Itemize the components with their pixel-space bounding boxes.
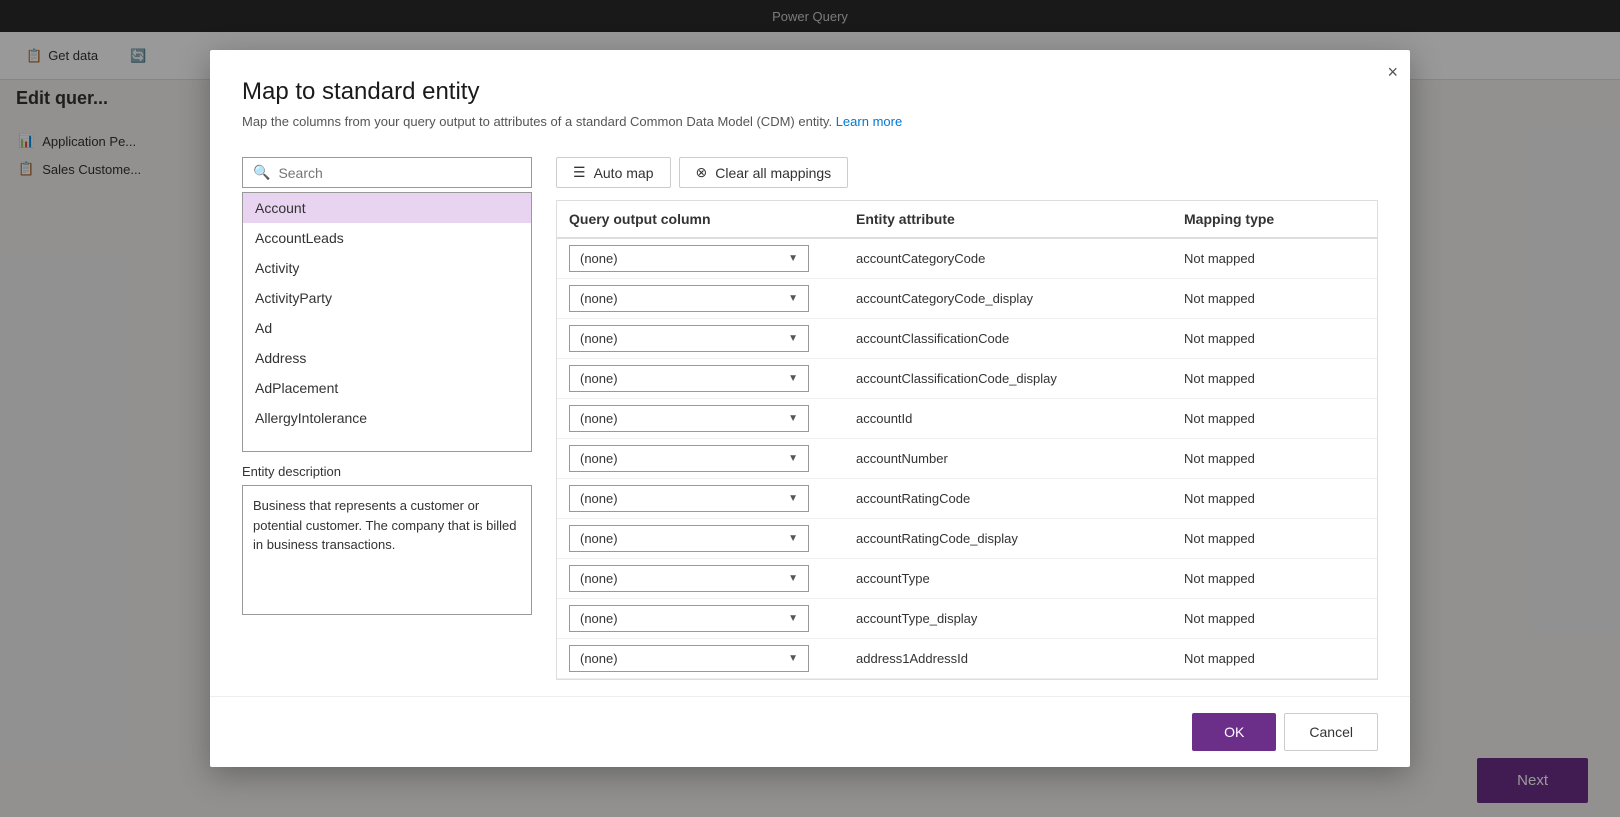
mapping-type-cell: Not mapped xyxy=(1172,639,1377,679)
modal-overlay: × Map to standard entity Map the columns… xyxy=(0,0,1620,817)
query-col-dropdown-0[interactable]: (none)▼ xyxy=(569,245,809,272)
entity-attr-cell: accountType xyxy=(844,559,1172,599)
entity-item-activityparty[interactable]: ActivityParty xyxy=(243,283,531,313)
query-col-dropdown-3[interactable]: (none)▼ xyxy=(569,365,809,392)
mapping-type-cell: Not mapped xyxy=(1172,439,1377,479)
entity-attr-cell: accountClassificationCode_display xyxy=(844,359,1172,399)
table-row: (none)▼ accountRatingCode_displayNot mapp… xyxy=(557,519,1377,559)
chevron-down-icon: ▼ xyxy=(788,373,798,384)
table-row: (none)▼ accountCategoryCodeNot mapped xyxy=(557,238,1377,279)
mapping-type-cell: Not mapped xyxy=(1172,279,1377,319)
query-col-dropdown-10[interactable]: (none)▼ xyxy=(569,645,809,672)
table-row: (none)▼ accountRatingCodeNot mapped xyxy=(557,479,1377,519)
modal-body: 🔍 Account AccountLeads Activity Act xyxy=(210,141,1410,696)
search-input[interactable] xyxy=(278,165,521,181)
search-box: 🔍 xyxy=(242,157,532,188)
ok-button[interactable]: OK xyxy=(1192,713,1276,751)
chevron-down-icon: ▼ xyxy=(788,413,798,424)
modal-footer: OK Cancel xyxy=(210,696,1410,767)
cancel-button[interactable]: Cancel xyxy=(1284,713,1378,751)
query-col-dropdown-2[interactable]: (none)▼ xyxy=(569,325,809,352)
query-col-dropdown-5[interactable]: (none)▼ xyxy=(569,445,809,472)
entity-attr-cell: accountClassificationCode xyxy=(844,319,1172,359)
learn-more-link[interactable]: Learn more xyxy=(836,114,902,129)
entity-attr-cell: accountRatingCode xyxy=(844,479,1172,519)
entity-attr-cell: accountType_display xyxy=(844,599,1172,639)
table-row: (none)▼ accountTypeNot mapped xyxy=(557,559,1377,599)
entity-attr-cell: address1AddressId xyxy=(844,639,1172,679)
chevron-down-icon: ▼ xyxy=(788,453,798,464)
mapping-table-container[interactable]: Query output column Entity attribute Map… xyxy=(556,200,1378,680)
mapping-type-cell: Not mapped xyxy=(1172,599,1377,639)
entity-item-activity[interactable]: Activity xyxy=(243,253,531,283)
mapping-type-cell: Not mapped xyxy=(1172,238,1377,279)
modal-subtitle: Map the columns from your query output t… xyxy=(242,114,1378,129)
chevron-down-icon: ▼ xyxy=(788,573,798,584)
table-row: (none)▼ accountNumberNot mapped xyxy=(557,439,1377,479)
chevron-down-icon: ▼ xyxy=(788,493,798,504)
mapping-panel: ☰ Auto map ⊗ Clear all mappings Query ou… xyxy=(556,157,1378,680)
entity-attr-cell: accountCategoryCode_display xyxy=(844,279,1172,319)
query-col-dropdown-9[interactable]: (none)▼ xyxy=(569,605,809,632)
mapping-type-cell: Not mapped xyxy=(1172,559,1377,599)
query-col-dropdown-8[interactable]: (none)▼ xyxy=(569,565,809,592)
clear-icon: ⊗ xyxy=(696,164,708,181)
query-col-dropdown-7[interactable]: (none)▼ xyxy=(569,525,809,552)
table-row: (none)▼ accountClassificationCode_display… xyxy=(557,359,1377,399)
entity-description-label: Entity description xyxy=(242,464,532,479)
modal-title: Map to standard entity xyxy=(242,78,1378,106)
mapping-type-cell: Not mapped xyxy=(1172,319,1377,359)
mapping-type-cell: Not mapped xyxy=(1172,399,1377,439)
modal-close-button[interactable]: × xyxy=(1387,62,1398,83)
entity-description-box: Business that represents a customer or p… xyxy=(242,485,532,615)
auto-map-icon: ☰ xyxy=(573,164,586,181)
entity-attr-cell: accountCategoryCode xyxy=(844,238,1172,279)
entity-attr-cell: accountId xyxy=(844,399,1172,439)
chevron-down-icon: ▼ xyxy=(788,293,798,304)
mapping-type-cell: Not mapped xyxy=(1172,359,1377,399)
header-entity-attr: Entity attribute xyxy=(844,201,1172,238)
entity-item-address[interactable]: Address xyxy=(243,343,531,373)
entity-item-accountleads[interactable]: AccountLeads xyxy=(243,223,531,253)
mapping-table: Query output column Entity attribute Map… xyxy=(557,201,1377,679)
chevron-down-icon: ▼ xyxy=(788,333,798,344)
map-entity-modal: × Map to standard entity Map the columns… xyxy=(210,50,1410,767)
chevron-down-icon: ▼ xyxy=(788,253,798,264)
chevron-down-icon: ▼ xyxy=(788,533,798,544)
query-col-dropdown-6[interactable]: (none)▼ xyxy=(569,485,809,512)
search-icon: 🔍 xyxy=(253,164,270,181)
entity-attr-cell: accountRatingCode_display xyxy=(844,519,1172,559)
header-mapping-type: Mapping type xyxy=(1172,201,1377,238)
query-col-dropdown-4[interactable]: (none)▼ xyxy=(569,405,809,432)
table-header-row: Query output column Entity attribute Map… xyxy=(557,201,1377,238)
mapping-type-cell: Not mapped xyxy=(1172,519,1377,559)
mapping-type-cell: Not mapped xyxy=(1172,479,1377,519)
table-row: (none)▼ accountCategoryCode_displayNot ma… xyxy=(557,279,1377,319)
entity-item-ad[interactable]: Ad xyxy=(243,313,531,343)
table-row: (none)▼ address1AddressIdNot mapped xyxy=(557,639,1377,679)
chevron-down-icon: ▼ xyxy=(788,653,798,664)
clear-mappings-button[interactable]: ⊗ Clear all mappings xyxy=(679,157,849,188)
query-col-dropdown-1[interactable]: (none)▼ xyxy=(569,285,809,312)
table-row: (none)▼ accountType_displayNot mapped xyxy=(557,599,1377,639)
entity-item-allergyintolerance[interactable]: AllergyIntolerance xyxy=(243,403,531,433)
left-panel: 🔍 Account AccountLeads Activity Act xyxy=(242,157,532,680)
entity-item-adplacement[interactable]: AdPlacement xyxy=(243,373,531,403)
entity-attr-cell: accountNumber xyxy=(844,439,1172,479)
modal-header: Map to standard entity Map the columns f… xyxy=(210,50,1410,141)
auto-map-button[interactable]: ☰ Auto map xyxy=(556,157,671,188)
entity-item-account[interactable]: Account xyxy=(243,193,531,223)
table-row: (none)▼ accountClassificationCodeNot mapp… xyxy=(557,319,1377,359)
header-query-col: Query output column xyxy=(557,201,844,238)
mapping-toolbar: ☰ Auto map ⊗ Clear all mappings xyxy=(556,157,1378,188)
table-row: (none)▼ accountIdNot mapped xyxy=(557,399,1377,439)
chevron-down-icon: ▼ xyxy=(788,613,798,624)
subtitle-text: Map the columns from your query output t… xyxy=(242,114,832,129)
entity-list[interactable]: Account AccountLeads Activity ActivityPa… xyxy=(242,192,532,452)
